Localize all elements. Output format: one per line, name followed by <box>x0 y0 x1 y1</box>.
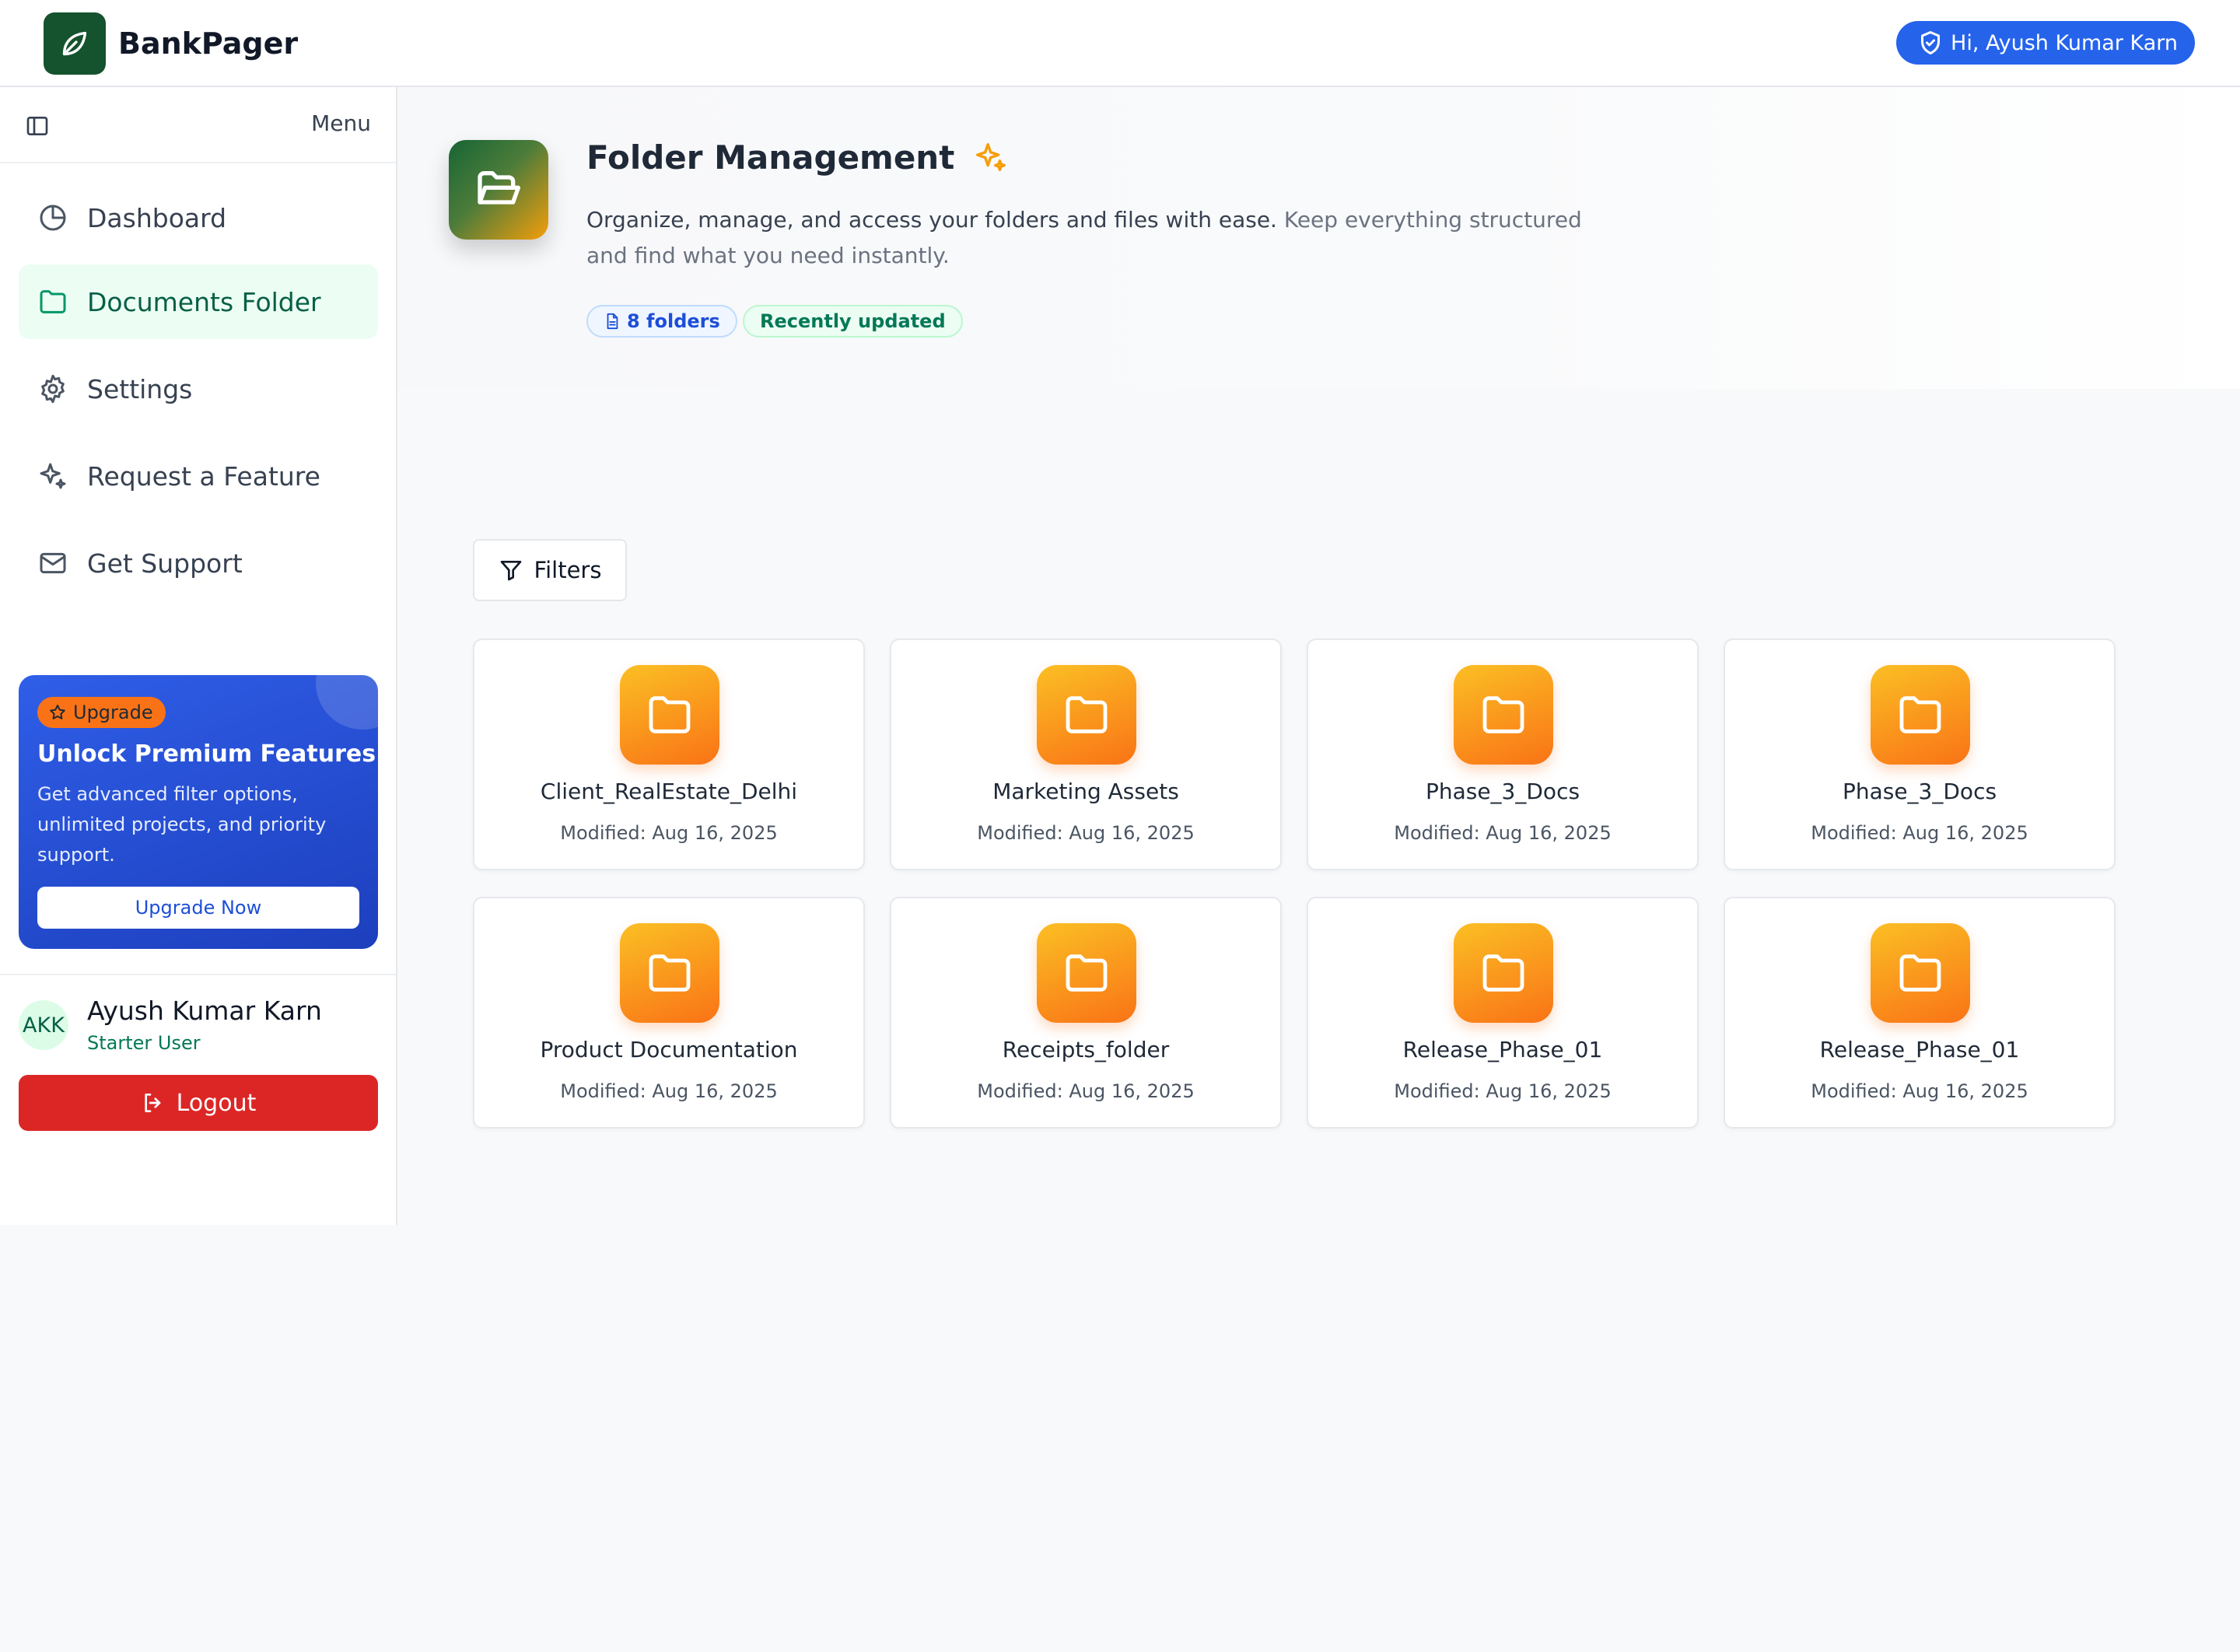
sidebar: Menu Dashboard Documents Folder Settings <box>0 87 397 1225</box>
page-title: Folder Management <box>586 138 955 177</box>
folder-modified: Modified: Aug 16, 2025 <box>560 822 778 844</box>
status-badge: Recently updated <box>743 305 963 338</box>
folder-icon <box>36 285 70 319</box>
folder-icon <box>1871 923 1970 1023</box>
sidebar-item-label: Get Support <box>87 548 243 579</box>
sidebar-item-documents-folder[interactable]: Documents Folder <box>19 264 378 339</box>
folder-modified: Modified: Aug 16, 2025 <box>977 822 1195 844</box>
page-title-row: Folder Management <box>586 138 1009 177</box>
filter-icon <box>500 561 521 581</box>
folder-icon <box>1037 923 1136 1023</box>
folder-modified: Modified: Aug 16, 2025 <box>1394 822 1612 844</box>
sidebar-item-label: Documents Folder <box>87 286 321 317</box>
upgrade-title: Unlock Premium Features <box>37 740 376 768</box>
folder-icon <box>1454 665 1553 765</box>
folder-card[interactable]: Product Documentation Modified: Aug 16, … <box>473 897 865 1129</box>
sparkles-icon <box>976 142 1006 171</box>
folder-icon <box>620 923 719 1023</box>
document-icon <box>607 313 618 330</box>
folder-icon <box>1037 665 1136 765</box>
brand-name: BankPager <box>118 26 299 61</box>
user-greeting-button[interactable]: Hi, Ayush Kumar Karn <box>1896 21 2195 65</box>
upgrade-badge: Upgrade <box>37 697 166 728</box>
folder-count-badge: 8 folders <box>586 305 737 338</box>
upgrade-description: Get advanced filter options, unlimited p… <box>37 783 327 866</box>
folder-icon <box>1871 665 1970 765</box>
folder-name: Phase_3_Docs <box>1842 779 1997 804</box>
shield-check-icon <box>1921 31 1941 54</box>
logout-icon <box>144 1094 160 1112</box>
folder-icon <box>620 665 719 765</box>
folder-name: Release_Phase_01 <box>1819 1037 2020 1062</box>
folder-name: Receipts_folder <box>1002 1037 1170 1062</box>
folder-name: Client_RealEstate_Delhi <box>540 779 798 804</box>
upgrade-badge-label: Upgrade <box>73 702 153 723</box>
top-bar: BankPager Hi, Ayush Kumar Karn <box>0 0 2240 87</box>
folder-card[interactable]: Release_Phase_01 Modified: Aug 16, 2025 <box>1724 897 2116 1129</box>
sidebar-item-label: Dashboard <box>87 202 227 233</box>
pie-chart-icon <box>36 201 70 235</box>
folder-card[interactable]: Client_RealEstate_Delhi Modified: Aug 16… <box>473 639 865 870</box>
folder-icon <box>1454 923 1553 1023</box>
sidebar-item-label: Settings <box>87 373 193 404</box>
folder-count-label: 8 folders <box>627 310 720 332</box>
decorative-circle <box>316 675 378 730</box>
upgrade-now-button[interactable]: Upgrade Now <box>37 887 359 929</box>
folder-name: Release_Phase_01 <box>1402 1037 1603 1062</box>
profile-role: Starter User <box>87 1032 201 1054</box>
filters-button[interactable]: Filters <box>473 539 627 601</box>
leaf-icon <box>62 31 87 56</box>
mail-icon <box>36 546 70 580</box>
sidebar-toggle-icon[interactable] <box>25 114 50 138</box>
profile-name: Ayush Kumar Karn <box>87 996 322 1026</box>
sidebar-item-get-support[interactable]: Get Support <box>19 526 378 600</box>
sidebar-header: Menu <box>0 87 396 163</box>
logout-label: Logout <box>176 1089 257 1117</box>
folder-modified: Modified: Aug 16, 2025 <box>1811 1080 2028 1102</box>
folder-name: Phase_3_Docs <box>1425 779 1580 804</box>
folder-card[interactable]: Receipts_folder Modified: Aug 16, 2025 <box>890 897 1282 1129</box>
folder-modified: Modified: Aug 16, 2025 <box>1811 822 2028 844</box>
page-header: Folder Management Organize, manage, and … <box>397 87 2240 389</box>
filters-label: Filters <box>534 557 602 583</box>
sidebar-item-request-feature[interactable]: Request a Feature <box>19 439 378 513</box>
gear-icon <box>36 372 70 406</box>
folder-card[interactable]: Phase_3_Docs Modified: Aug 16, 2025 <box>1724 639 2116 870</box>
folder-modified: Modified: Aug 16, 2025 <box>560 1080 778 1102</box>
sidebar-item-label: Request a Feature <box>87 460 320 492</box>
sidebar-item-dashboard[interactable]: Dashboard <box>19 180 378 255</box>
description-primary: Organize, manage, and access your folder… <box>586 207 1277 233</box>
folder-card[interactable]: Marketing Assets Modified: Aug 16, 2025 <box>890 639 1282 870</box>
folder-modified: Modified: Aug 16, 2025 <box>1394 1080 1612 1102</box>
avatar[interactable]: AKK <box>19 1000 68 1050</box>
folder-name: Product Documentation <box>540 1037 798 1062</box>
sidebar-item-settings[interactable]: Settings <box>19 352 378 426</box>
folder-card[interactable]: Phase_3_Docs Modified: Aug 16, 2025 <box>1307 639 1699 870</box>
folder-modified: Modified: Aug 16, 2025 <box>977 1080 1195 1102</box>
menu-label: Menu <box>311 110 371 136</box>
folder-open-icon <box>449 140 548 240</box>
star-icon <box>50 705 65 719</box>
folder-name: Marketing Assets <box>992 779 1179 804</box>
logo[interactable] <box>44 12 106 75</box>
upgrade-card: Upgrade Unlock Premium Features Get adva… <box>19 675 378 949</box>
user-greeting-label: Hi, Ayush Kumar Karn <box>1951 30 2178 55</box>
logout-button[interactable]: Logout <box>19 1075 378 1131</box>
page-description: Organize, manage, and access your folder… <box>586 202 1629 274</box>
folder-card[interactable]: Release_Phase_01 Modified: Aug 16, 2025 <box>1307 897 1699 1129</box>
sparkles-icon <box>36 459 70 493</box>
divider <box>0 974 396 975</box>
